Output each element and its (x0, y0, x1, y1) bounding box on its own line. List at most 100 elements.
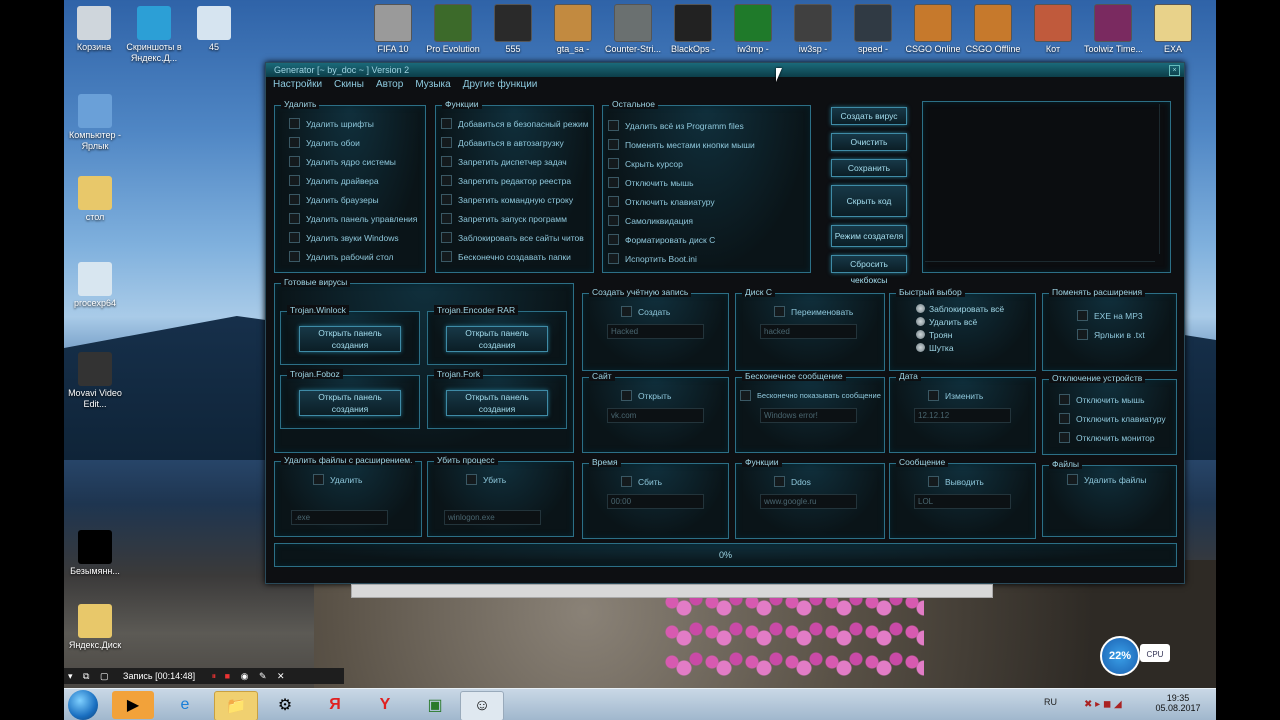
close-icon[interactable]: × (1169, 65, 1180, 76)
checkbox-item[interactable]: Удалить драйвера (289, 171, 425, 190)
checkbox-icon[interactable] (608, 120, 619, 131)
radio-icon[interactable] (916, 330, 925, 339)
desktop-icon[interactable]: стол (64, 176, 132, 223)
checkbox-vyvodit[interactable]: Выводить (928, 472, 984, 491)
checkbox-icon[interactable] (441, 156, 452, 167)
checkbox-otkryt[interactable]: Открыть (621, 386, 671, 405)
internet-explorer-icon[interactable]: e (164, 691, 206, 719)
checkbox-item[interactable]: Самоликвидация (608, 211, 810, 230)
media-player-icon[interactable]: ▶ (112, 691, 154, 719)
shortcut-icon-7[interactable]: iw3mp - (724, 4, 782, 54)
shortcut-icon-10[interactable]: CSGO Online (904, 4, 962, 54)
checkbox-icon[interactable] (289, 118, 300, 129)
checkbox-icon[interactable] (1059, 394, 1070, 405)
checkbox-ubit[interactable]: Убить (466, 470, 506, 489)
shortcut-icon-2[interactable]: Pro Evolution (424, 4, 482, 54)
open-panel-button[interactable]: Открыть панель создания (446, 326, 548, 352)
menu-item[interactable]: Автор (376, 77, 403, 93)
desktop-icon[interactable]: Безымянн... (64, 530, 132, 577)
yandex-icon[interactable]: Я (314, 691, 356, 719)
checkbox-icon[interactable] (608, 139, 619, 150)
checkbox-soobshenie[interactable]: Бесконечно показывать сообщение (740, 386, 881, 405)
open-panel-button[interactable]: Открыть панель создания (299, 326, 401, 352)
checkbox-item[interactable]: Удалить панель управления (289, 209, 425, 228)
checkbox-ddos[interactable]: Ddos (774, 472, 811, 491)
checkbox-item[interactable]: Удалить ядро системы (289, 152, 425, 171)
checkbox-item[interactable]: Отключить клавиатуру (1059, 409, 1176, 428)
checkbox-item[interactable]: Запретить командную строку (441, 190, 593, 209)
side-button[interactable]: Режим создателя (831, 225, 907, 247)
radio-option[interactable]: Удалить всё (916, 315, 1035, 328)
radio-option[interactable]: Троян (916, 328, 1035, 341)
checkbox-icon[interactable] (608, 253, 619, 264)
side-button[interactable]: Скрыть код (831, 185, 907, 217)
text-input[interactable]: Windows error! (760, 408, 857, 423)
checkbox-izmenit[interactable]: Изменить (928, 386, 983, 405)
checkbox-icon[interactable] (289, 175, 300, 186)
side-button[interactable]: Сбросить чекбоксы (831, 255, 907, 285)
checkbox-icon[interactable] (441, 194, 452, 205)
checkbox-item[interactable]: Скрыть курсор (608, 154, 810, 173)
text-input[interactable]: www.google.ru (760, 494, 857, 509)
language-indicator[interactable]: RU (1044, 697, 1057, 707)
shortcut-icon-1[interactable]: FIFA 10 (364, 4, 422, 54)
open-panel-button[interactable]: Открыть панель создания (446, 390, 548, 416)
radio-option[interactable]: Заблокировать всё (916, 302, 1035, 315)
app-icon[interactable]: ▣ (414, 691, 456, 719)
shortcut-icon-6[interactable]: BlackOps - (664, 4, 722, 54)
checkbox-icon[interactable] (621, 476, 632, 487)
radio-icon[interactable] (916, 304, 925, 313)
checkbox-item[interactable]: Бесконечно создавать папки (441, 247, 593, 266)
checkbox-icon[interactable] (441, 232, 452, 243)
shortcut-icon-3[interactable]: 555 (484, 4, 542, 54)
text-input[interactable]: Hacked (607, 324, 704, 339)
text-input[interactable]: .exe (291, 510, 388, 525)
desktop-icon[interactable]: Скриншоты в Яндекс.Д... (124, 6, 184, 64)
maximize-icon[interactable]: ▢ (100, 671, 109, 681)
checkbox-pereimenovat[interactable]: Переименовать (774, 302, 853, 321)
side-button[interactable]: Очистить (831, 133, 907, 151)
text-input[interactable]: hacked (760, 324, 857, 339)
cpu-widget[interactable]: 22% CPU (1100, 636, 1172, 676)
radio-icon[interactable] (916, 317, 925, 326)
desktop-icon[interactable]: Корзина (64, 6, 124, 53)
checkbox-icon[interactable] (289, 137, 300, 148)
checkbox-item[interactable]: Запретить запуск программ (441, 209, 593, 228)
desktop-icon[interactable]: Компьютер - Ярлык (64, 94, 132, 152)
shortcut-icon-11[interactable]: CSGO Offline (964, 4, 1022, 54)
checkbox-icon[interactable] (608, 234, 619, 245)
checkbox-icon[interactable] (313, 474, 324, 485)
side-button[interactable]: Создать вирус (831, 107, 907, 125)
checkbox-item[interactable]: Добавиться в автозагрузку (441, 133, 593, 152)
shortcut-icon-13[interactable]: Toolwiz Time... (1084, 4, 1142, 54)
shortcut-icon-12[interactable]: Кот (1024, 4, 1082, 54)
camera-icon[interactable]: ◉ (241, 671, 249, 681)
pen-icon[interactable]: ✎ (259, 671, 267, 681)
pause-icon[interactable]: ⏸ (212, 671, 217, 681)
checkbox-icon[interactable] (1077, 310, 1088, 321)
checkbox-icon[interactable] (621, 390, 632, 401)
radio-option[interactable]: Шутка (916, 341, 1035, 354)
checkbox-icon[interactable] (289, 213, 300, 224)
open-panel-button[interactable]: Открыть панель создания (299, 390, 401, 416)
checkbox-item[interactable]: Запретить редактор реестра (441, 171, 593, 190)
checkbox-icon[interactable] (1059, 413, 1070, 424)
checkbox-icon[interactable] (608, 158, 619, 169)
checkbox-udalit-faily[interactable]: Удалить файлы (1067, 470, 1146, 489)
stop-icon[interactable]: ■ (225, 671, 230, 681)
checkbox-icon[interactable] (608, 196, 619, 207)
checkbox-item[interactable]: Отключить клавиатуру (608, 192, 810, 211)
checkbox-item[interactable]: Поменять местами кнопки мыши (608, 135, 810, 154)
explorer-icon[interactable]: 📁 (214, 691, 258, 720)
checkbox-item[interactable]: Добавиться в безопасный режим (441, 114, 593, 133)
checkbox-icon[interactable] (441, 175, 452, 186)
text-input[interactable]: LOL (914, 494, 1011, 509)
checkbox-icon[interactable] (441, 213, 452, 224)
checkbox-icon[interactable] (1077, 329, 1088, 340)
shortcut-icon-9[interactable]: speed - (844, 4, 902, 54)
scrollbar[interactable] (1159, 104, 1168, 254)
desktop-icon[interactable]: Яндекс.Диск (64, 604, 132, 651)
checkbox-sozdat[interactable]: Создать (621, 302, 670, 321)
close-icon[interactable]: ✕ (277, 671, 285, 681)
yandex-browser-icon[interactable]: Y (364, 691, 406, 719)
